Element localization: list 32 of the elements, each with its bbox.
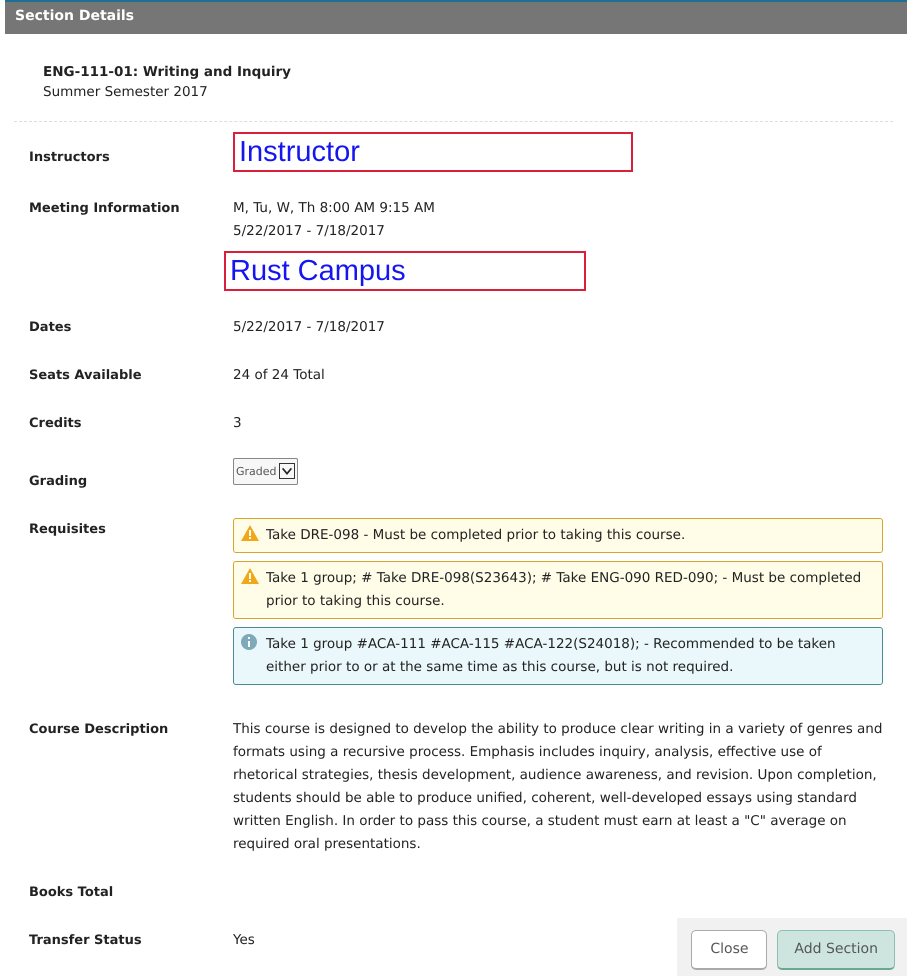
alert-text: Take 1 group; # Take DRE-098(S23643); # Take ENG-090 RED-090; - Must be completed prior to taking this course. (266, 570, 862, 608)
alert-text: Take DRE-098 - Must be completed prior to taking this course. (266, 526, 686, 542)
field-value: 24 of 24 Total (233, 366, 325, 384)
field-value: Yes (233, 930, 255, 950)
field-label: Credits (29, 414, 82, 432)
field-value: M, Tu, W, Th 8:00 AM 9:15 AM (233, 198, 435, 218)
redaction-label: Rust Campus (224, 250, 586, 290)
field-label: Grading (29, 472, 88, 490)
add-section-button[interactable]: Add Section (777, 930, 895, 970)
field-label: Course Description (29, 720, 170, 738)
field-label: Transfer Status (29, 932, 143, 950)
field-label: Dates (29, 318, 72, 336)
field-label: Seats Available (29, 366, 143, 384)
alert-text: Take 1 group #ACA-111 #ACA-115 #ACA-122(S24018); - Recommended to be taken either prior to or at the same time as this course, but is not required. (266, 636, 836, 674)
warning-icon (241, 568, 259, 584)
field-label: Meeting Information (29, 200, 181, 218)
close-button[interactable]: Close (691, 930, 768, 970)
field-label: Requisites (29, 520, 107, 538)
grading-dropdown[interactable]: Graded (233, 458, 298, 484)
caret-icon (278, 463, 295, 479)
info-icon (241, 634, 257, 650)
field-label: Books Total (29, 884, 114, 902)
term-text: Summer Semester 2017 (43, 83, 209, 102)
warning-icon (241, 524, 259, 540)
course-title: ENG-111-01: Writing and Inquiry (43, 63, 292, 82)
field-value: 5/22/2017 - 7/18/2017 (233, 222, 385, 240)
field-value: 3 (233, 414, 242, 432)
field-value: 5/22/2017 - 7/18/2017 (233, 318, 385, 336)
panel-title: Section Details (5, 0, 907, 34)
redaction-label: Instructor (233, 132, 633, 172)
description-text: This course is designed to develop the ability to produce clear writing in a variety of genres and formats using a recursive process. Emphasis includes inquiry, analysis, effective use of rhetorical strategies, thesis development, audience awareness, and revision. Upon completion, students should be able to produce unified, coherent, well-developed essays using standard written English. In order to pass this course, a student must earn at least a "C" average on required oral presentations. (233, 720, 883, 854)
field-label: Instructors (29, 148, 111, 166)
